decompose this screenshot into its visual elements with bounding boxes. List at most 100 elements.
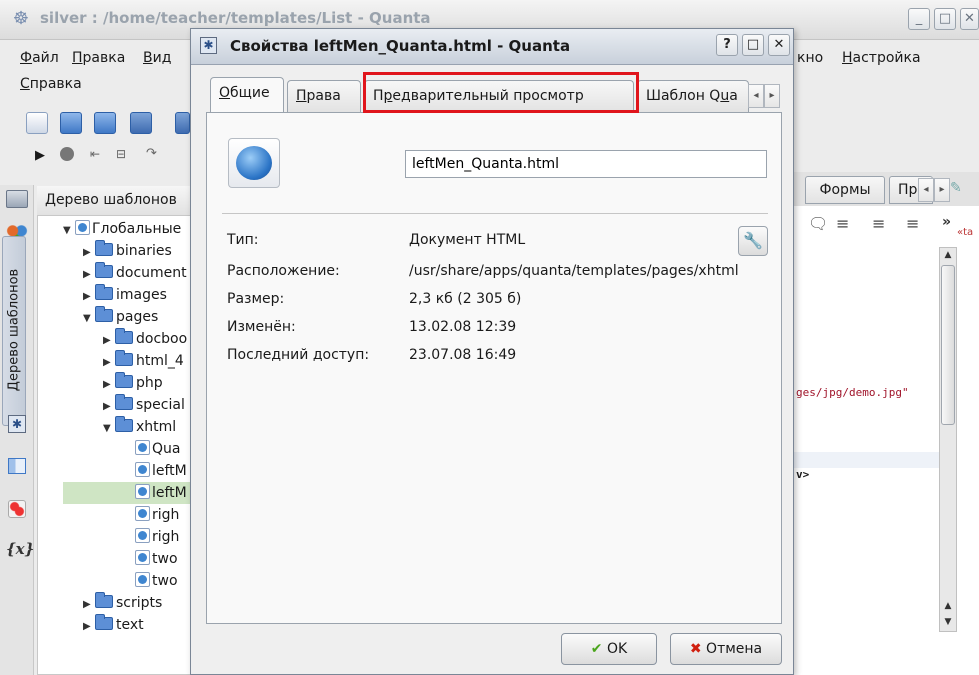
menu-view[interactable]: Вид <box>143 50 171 66</box>
scroll-up-icon[interactable]: ▲ <box>940 247 956 263</box>
expand-arrow-down-icon[interactable]: ▼ <box>103 418 115 440</box>
dialog-tab-scroll-right-button[interactable]: ▸ <box>764 84 780 108</box>
dialog-tab-scroll-left-button[interactable]: ◂ <box>748 84 764 108</box>
tool-icon[interactable]: ✎ <box>950 180 962 196</box>
tree-folder-item[interactable]: ▶ special <box>63 394 195 416</box>
align-right-icon[interactable]: ≡ <box>906 214 919 233</box>
step-over-icon[interactable]: ↷ <box>146 146 157 161</box>
tab-general[interactable]: Общие <box>210 77 284 112</box>
dialog-maximize-button[interactable]: □ <box>742 34 764 56</box>
save-icon[interactable] <box>130 112 152 134</box>
tree-item-label: leftM <box>152 485 187 501</box>
expand-arrow-down-icon[interactable]: ▼ <box>83 308 95 330</box>
tab-forms[interactable]: Формы <box>805 176 885 204</box>
template-tree-header: Дерево шаблонов <box>37 186 197 216</box>
expand-arrow-right-icon[interactable]: ▶ <box>83 264 95 286</box>
editor-scrollbar-thumb[interactable] <box>941 265 955 425</box>
play-icon[interactable]: ▶ <box>35 148 45 163</box>
tree-file-item[interactable]: two <box>63 548 195 570</box>
tab-template-tree-label: Дерево шаблонов <box>6 268 22 392</box>
modified-value: 13.02.08 12:39 <box>409 319 517 335</box>
save-all-icon[interactable] <box>175 112 190 134</box>
expand-arrow-right-icon[interactable]: ▶ <box>83 286 95 308</box>
folder-icon <box>95 614 113 630</box>
menu-settings[interactable]: Настройка <box>842 50 921 66</box>
annotation-highlight-box <box>363 72 639 113</box>
tab-scroll-left-button[interactable]: ◂ <box>918 178 934 202</box>
tree-folder-item[interactable]: ▶ docboo <box>63 328 195 350</box>
align-center-icon[interactable]: ≡ <box>872 214 885 233</box>
tree-folder-item[interactable]: ▶ php <box>63 372 195 394</box>
step-icon[interactable]: ⇤ <box>90 147 100 161</box>
stop-icon[interactable] <box>60 147 74 161</box>
expand-arrow-right-icon[interactable]: ▶ <box>103 330 115 352</box>
document-structure-icon[interactable] <box>8 458 26 474</box>
maximize-button[interactable]: □ <box>934 8 956 30</box>
variables-icon[interactable]: {x} <box>6 540 34 558</box>
wrench-icon[interactable]: 🔧 <box>738 226 768 256</box>
html-file-icon <box>135 572 150 587</box>
tree-file-item[interactable]: leftM <box>63 482 195 504</box>
tree-item-label: binaries <box>116 243 172 259</box>
ok-button[interactable]: ✔ OK <box>561 633 657 665</box>
scroll-down-icon[interactable]: ▼ <box>940 614 956 630</box>
tab-permissions[interactable]: Права <box>287 80 361 112</box>
type-label: Тип: <box>227 232 259 248</box>
help-button[interactable]: ? <box>716 34 738 56</box>
tree-folder-item[interactable]: ▶ text <box>63 614 195 636</box>
new-document-icon[interactable] <box>26 112 48 134</box>
more-tools-icon[interactable]: » <box>942 214 951 230</box>
scroll-down-up-icon[interactable]: ▲ <box>940 598 956 614</box>
tree-folder-item[interactable]: ▶ images <box>63 284 195 306</box>
close-main-button[interactable]: ✕ <box>960 8 979 30</box>
menu-edit[interactable]: Правка <box>72 50 125 66</box>
main-window-title: silver : /home/teacher/templates/List - … <box>40 9 431 27</box>
tree-folder-item[interactable]: ▼ Глобальные <box>63 218 195 240</box>
expand-arrow-right-icon[interactable]: ▶ <box>83 242 95 264</box>
tree-folder-item[interactable]: ▼ xhtml <box>63 416 195 438</box>
minimize-button[interactable]: _ <box>908 8 930 30</box>
app-icon: ☸ <box>12 8 30 29</box>
menu-help[interactable]: Справка <box>20 76 82 92</box>
tree-folder-item[interactable]: ▶ binaries <box>63 240 195 262</box>
tab-general-content <box>206 112 782 624</box>
expand-arrow-right-icon[interactable]: ▶ <box>103 396 115 418</box>
folder-icon <box>95 306 113 322</box>
editor-misc-text: «ta <box>957 227 974 238</box>
tree-folder-item[interactable]: ▶ html_4 <box>63 350 195 372</box>
cancel-button[interactable]: ✖ Отмена <box>670 633 782 665</box>
tree-file-item[interactable]: righ <box>63 526 195 548</box>
menu-window-partial[interactable]: кно <box>797 50 823 66</box>
html-file-icon <box>135 506 150 521</box>
html-file-icon <box>135 484 150 499</box>
editor-current-line <box>790 452 939 468</box>
tab-quanta-template[interactable]: Шаблон Qua <box>637 80 749 112</box>
tree-file-item[interactable]: two <box>63 570 195 592</box>
open-project-icon[interactable] <box>94 112 116 134</box>
tree-file-item[interactable]: Qua <box>63 438 195 460</box>
expand-arrow-down-icon[interactable]: ▼ <box>63 220 75 242</box>
open-folder-icon[interactable] <box>60 112 82 134</box>
expand-arrow-right-icon[interactable]: ▶ <box>83 616 95 636</box>
tree-folder-item[interactable]: ▶ scripts <box>63 592 195 614</box>
watch-icon[interactable]: ⊟ <box>116 147 126 161</box>
tree-folder-item[interactable]: ▶ document <box>63 262 195 284</box>
expand-arrow-right-icon[interactable]: ▶ <box>103 352 115 374</box>
align-left-icon[interactable]: ≡ <box>836 214 849 233</box>
tree-folder-item[interactable]: ▼ pages <box>63 306 195 328</box>
templates-icon[interactable]: ✱ <box>8 415 26 433</box>
tree-item-label: docboo <box>136 331 188 347</box>
tab-scroll-right-button[interactable]: ▸ <box>934 178 950 202</box>
computer-icon[interactable] <box>6 190 28 208</box>
tree-file-item[interactable]: leftM <box>63 460 195 482</box>
expand-arrow-right-icon[interactable]: ▶ <box>103 374 115 396</box>
filename-input[interactable] <box>405 150 767 178</box>
attribute-editor-icon[interactable] <box>8 500 26 518</box>
dialog-close-button[interactable]: ✕ <box>768 34 790 56</box>
comment-icon[interactable]: 🗨 <box>808 214 828 233</box>
size-label: Размер: <box>227 291 285 307</box>
tree-file-item[interactable]: righ <box>63 504 195 526</box>
tree-item-label: Глобальные <box>92 221 182 237</box>
expand-arrow-right-icon[interactable]: ▶ <box>83 594 95 616</box>
menu-file[interactable]: Файл <box>20 50 59 66</box>
